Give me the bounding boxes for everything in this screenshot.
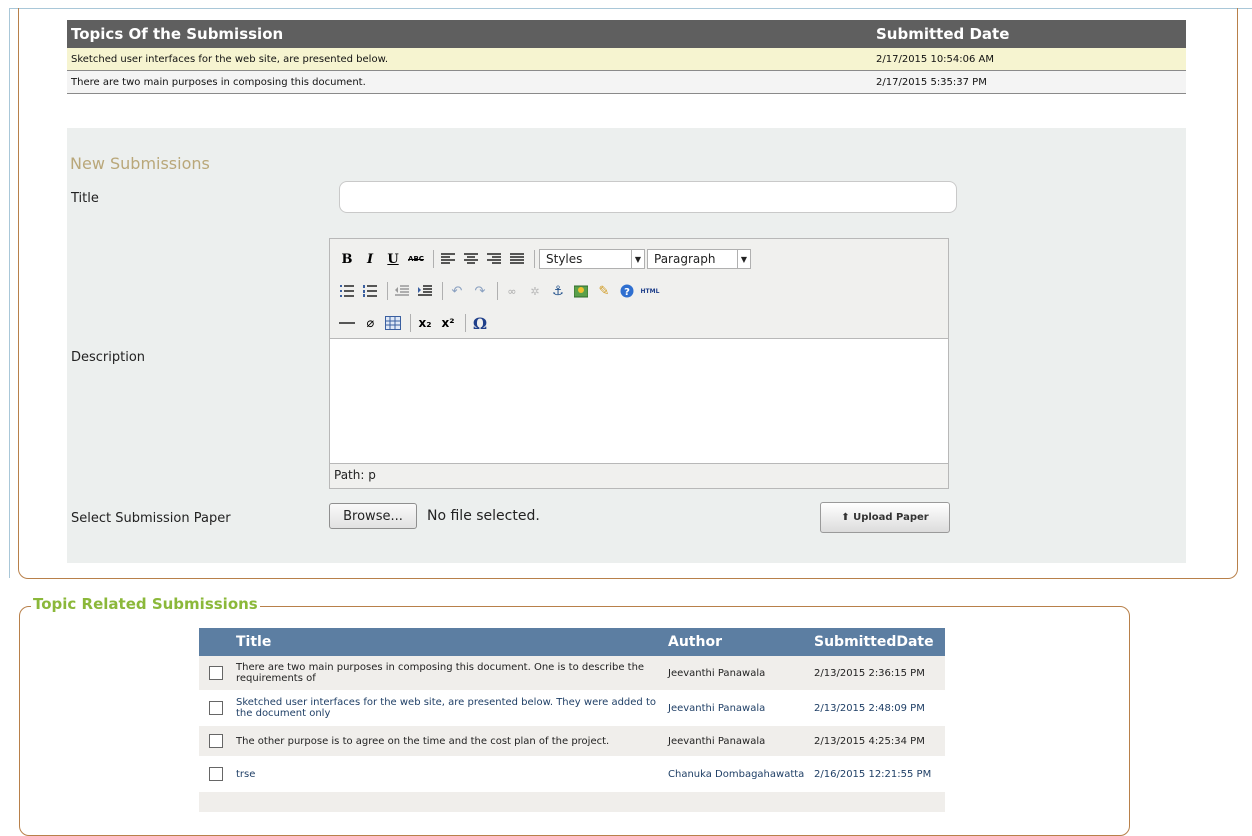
table-icon[interactable] xyxy=(383,313,403,333)
related-header-author[interactable]: Author xyxy=(668,628,814,656)
numbered-list-icon[interactable] xyxy=(360,281,380,301)
undo-icon[interactable]: ↶ xyxy=(447,281,467,301)
subscript-button[interactable]: x₂ xyxy=(415,313,435,333)
bold-button[interactable]: B xyxy=(337,249,357,269)
upload-paper-button[interactable]: ⬆ Upload Paper xyxy=(820,502,950,533)
description-editor-area[interactable] xyxy=(330,338,948,464)
align-left-icon[interactable] xyxy=(438,249,458,269)
italic-button[interactable]: I xyxy=(360,249,380,269)
new-submission-panel: New Submissions Title Description B I U … xyxy=(67,128,1186,563)
checkbox-column-header xyxy=(199,628,236,656)
unlink-icon[interactable]: ✲ xyxy=(525,281,545,301)
outer-frame-left xyxy=(9,8,10,578)
table-row[interactable]: There are two main purposes in composing… xyxy=(67,70,1186,94)
editor-toolbar-row-2: ↶ ↷ ∞ ✲ ⚓ ✎ ? HTML xyxy=(337,279,663,303)
format-select-label: Paragraph xyxy=(654,252,716,266)
chevron-down-icon: ▼ xyxy=(737,250,750,268)
topic-cell[interactable]: Sketched user interfaces for the web sit… xyxy=(67,48,870,71)
submission-title[interactable]: There are two main purposes in composing… xyxy=(236,662,668,684)
date-cell: 2/17/2015 10:54:06 AM xyxy=(870,48,1186,71)
submission-author: Jeevanthi Panawala xyxy=(668,726,814,756)
row-checkbox[interactable] xyxy=(209,701,223,715)
editor-path-status: Path: p xyxy=(334,468,376,482)
title-label: Title xyxy=(71,191,99,206)
anchor-icon[interactable]: ⚓ xyxy=(548,281,568,301)
align-right-icon[interactable] xyxy=(484,249,504,269)
cleanup-brush-icon[interactable]: ✎ xyxy=(594,281,614,301)
toolbar-separator xyxy=(442,282,443,300)
submission-date: 2/13/2015 2:36:15 PM xyxy=(814,656,945,690)
topics-table: Topics Of the Submission Submitted Date … xyxy=(67,20,1186,94)
submission-author: Jeevanthi Panawala xyxy=(668,690,814,726)
row-checkbox[interactable] xyxy=(209,666,223,680)
topic-cell[interactable]: There are two main purposes in composing… xyxy=(67,70,870,94)
align-center-icon[interactable] xyxy=(461,249,481,269)
related-header-title[interactable]: Title xyxy=(236,628,668,656)
link-icon[interactable]: ∞ xyxy=(502,281,522,301)
paper-label: Select Submission Paper xyxy=(71,511,231,526)
editor-toolbar-row-1: B I U ABC Styles ▼ Paragraph ▼ xyxy=(337,247,751,271)
svg-text:?: ? xyxy=(624,287,630,298)
styles-select[interactable]: Styles ▼ xyxy=(539,249,645,269)
underline-button[interactable]: U xyxy=(383,249,403,269)
submission-author: Chanuka Dombagahawatta xyxy=(668,768,805,780)
topics-header-date: Submitted Date xyxy=(870,20,1186,48)
date-cell: 2/17/2015 5:35:37 PM xyxy=(870,70,1186,94)
special-char-button[interactable]: Ω xyxy=(470,313,490,333)
row-checkbox[interactable] xyxy=(209,767,223,781)
table-row-partial xyxy=(199,792,945,812)
submission-title[interactable]: Sketched user interfaces for the web sit… xyxy=(236,697,668,719)
toolbar-separator xyxy=(387,282,388,300)
no-file-text: No file selected. xyxy=(427,508,540,524)
submission-title[interactable]: trse xyxy=(236,769,668,780)
toolbar-separator xyxy=(465,314,466,332)
editor-toolbar-row-3: ⌀ x₂ x² Ω xyxy=(337,311,493,335)
eraser-icon[interactable]: ⌀ xyxy=(360,313,380,333)
toolbar-separator xyxy=(433,250,434,268)
styles-select-label: Styles xyxy=(546,252,583,266)
related-submissions-legend: Topic Related Submissions xyxy=(31,595,260,613)
chevron-down-icon: ▼ xyxy=(631,250,644,268)
indent-icon[interactable] xyxy=(415,281,435,301)
row-checkbox[interactable] xyxy=(209,734,223,748)
table-row[interactable]: trse Chanuka Dombagahawatta 2/16/2015 12… xyxy=(199,756,945,792)
description-label: Description xyxy=(71,350,146,365)
table-row[interactable]: Sketched user interfaces for the web sit… xyxy=(67,48,1186,71)
submission-date: 2/13/2015 4:25:34 PM xyxy=(814,726,945,756)
topics-header-topic: Topics Of the Submission xyxy=(67,20,870,48)
image-icon[interactable] xyxy=(571,281,591,301)
horizontal-rule-icon[interactable] xyxy=(337,313,357,333)
new-submissions-heading: New Submissions xyxy=(70,154,210,173)
strikethrough-button[interactable]: ABC xyxy=(406,249,426,269)
submission-date: 2/13/2015 2:48:09 PM xyxy=(814,690,945,726)
bullet-list-icon[interactable] xyxy=(337,281,357,301)
browse-button[interactable]: Browse... xyxy=(329,503,417,529)
superscript-button[interactable]: x² xyxy=(438,313,458,333)
related-submissions-table: Title Author SubmittedDate There are two… xyxy=(199,628,945,812)
help-icon[interactable]: ? xyxy=(617,281,637,301)
toolbar-separator xyxy=(497,282,498,300)
toolbar-separator xyxy=(410,314,411,332)
html-source-button[interactable]: HTML xyxy=(640,281,660,301)
title-input[interactable] xyxy=(339,181,957,213)
submission-author: Jeevanthi Panawala xyxy=(668,656,814,690)
redo-icon[interactable]: ↷ xyxy=(470,281,490,301)
table-row[interactable]: There are two main purposes in composing… xyxy=(199,656,945,690)
toolbar-separator xyxy=(534,250,535,268)
table-row[interactable]: Sketched user interfaces for the web sit… xyxy=(199,690,945,726)
align-justify-icon[interactable] xyxy=(507,249,527,269)
format-select[interactable]: Paragraph ▼ xyxy=(647,249,751,269)
related-header-date[interactable]: SubmittedDate xyxy=(814,628,945,656)
submission-title[interactable]: The other purpose is to agree on the tim… xyxy=(236,736,668,747)
submission-date: 2/16/2015 12:21:55 PM xyxy=(814,768,932,780)
table-row[interactable]: The other purpose is to agree on the tim… xyxy=(199,726,945,756)
outdent-icon[interactable] xyxy=(392,281,412,301)
rich-text-editor: B I U ABC Styles ▼ Paragraph ▼ ↶ ↷ ∞ ✲ ⚓… xyxy=(329,238,949,489)
